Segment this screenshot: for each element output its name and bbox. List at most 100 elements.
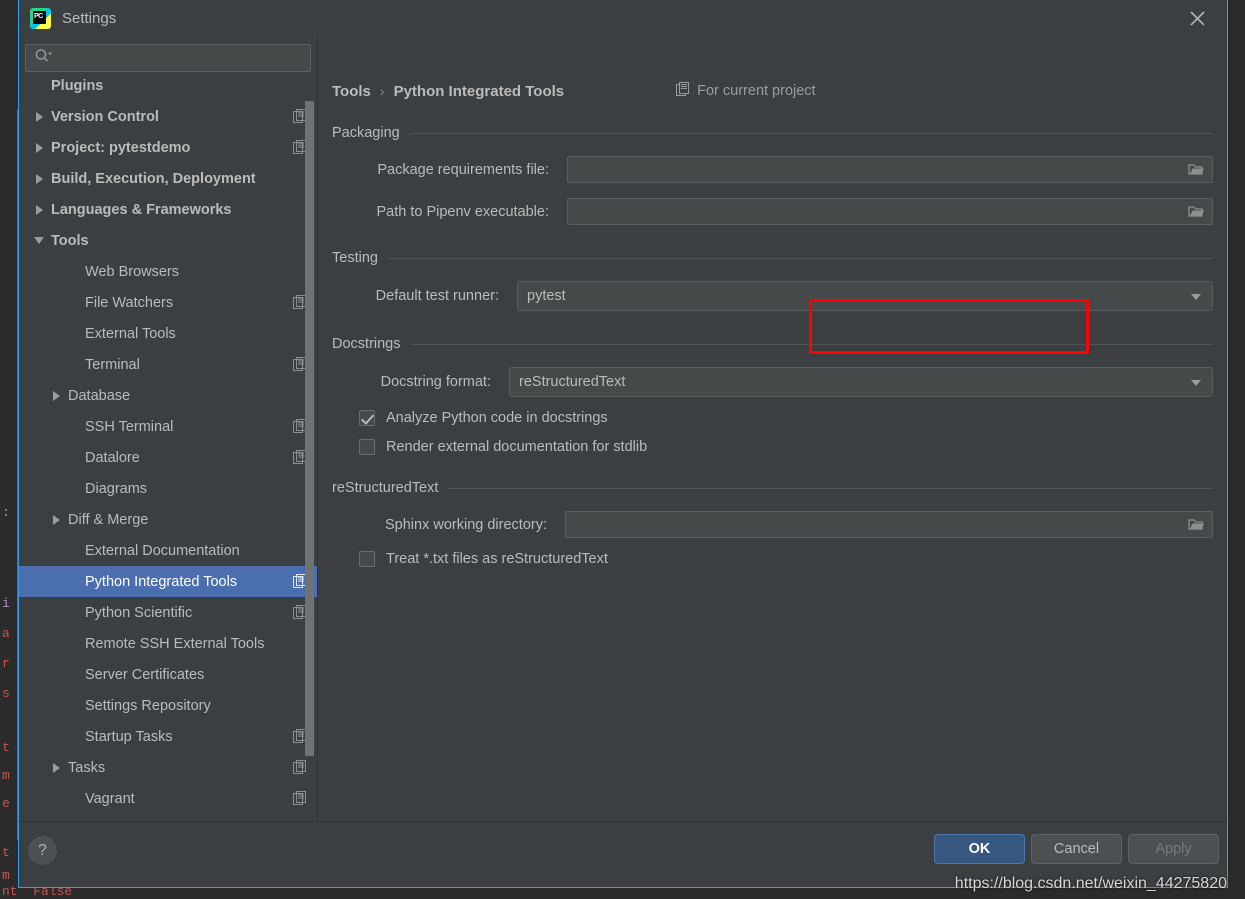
- chevron-down-icon[interactable]: [31, 225, 47, 256]
- chevron-right-icon[interactable]: [48, 752, 64, 783]
- settings-tree-scrollbar[interactable]: [305, 101, 314, 756]
- sidebar-item-label: Python Scientific: [85, 605, 192, 621]
- sidebar-item-external-tools[interactable]: External Tools: [19, 318, 317, 349]
- treat-txt-label: Treat *.txt files as reStructuredText: [386, 551, 608, 567]
- sidebar-item-label: Startup Tasks: [85, 729, 173, 745]
- package-requirements-input[interactable]: [567, 156, 1213, 183]
- section-divider: [410, 133, 1213, 134]
- chevron-down-icon[interactable]: [1191, 294, 1201, 300]
- chevron-right-icon[interactable]: [31, 194, 47, 225]
- sidebar-item-ssh-terminal[interactable]: SSH Terminal: [19, 411, 317, 442]
- field-pipenv-path: Path to Pipenv executable:: [332, 198, 1213, 225]
- sidebar-item-external-documentation[interactable]: External Documentation: [19, 535, 317, 566]
- section-testing-header: Testing: [332, 250, 1213, 266]
- footer-button-group: OK Cancel Apply: [934, 834, 1219, 864]
- folder-browse-icon[interactable]: [1188, 162, 1205, 181]
- sidebar-item-label: External Tools: [85, 326, 176, 342]
- settings-tree: PluginsVersion Control Project: pytestdem…: [19, 78, 317, 814]
- chevron-right-icon[interactable]: [31, 101, 47, 132]
- sidebar-item-label: Settings Repository: [85, 698, 211, 714]
- sidebar-item-diff-merge[interactable]: Diff & Merge: [19, 504, 317, 535]
- ok-button[interactable]: OK: [934, 834, 1025, 864]
- sidebar-item-python-integrated-tools[interactable]: Python Integrated Tools: [19, 566, 317, 597]
- editor-scrollbar-track[interactable]: [1232, 0, 1245, 894]
- sidebar-item-remote-ssh-external-tools[interactable]: Remote SSH External Tools: [19, 628, 317, 659]
- folder-browse-icon[interactable]: [1188, 517, 1205, 536]
- chevron-right-icon[interactable]: [48, 504, 64, 535]
- docstring-format-label: Docstring format:: [357, 374, 491, 390]
- breadcrumb-root[interactable]: Tools: [332, 83, 371, 100]
- chevron-right-icon[interactable]: [31, 163, 47, 194]
- checkbox-analyze-python-code[interactable]: Analyze Python code in docstrings: [332, 410, 1213, 426]
- section-docstrings: Docstrings Docstring format: reStructure…: [332, 336, 1213, 455]
- test-runner-value: pytest: [527, 288, 566, 304]
- analyze-checkbox[interactable]: [359, 410, 375, 426]
- sidebar-item-tasks[interactable]: Tasks: [19, 752, 317, 783]
- sidebar-item-server-certificates[interactable]: Server Certificates: [19, 659, 317, 690]
- section-testing-title: Testing: [332, 250, 378, 266]
- docstring-format-dropdown[interactable]: reStructuredText: [509, 367, 1213, 397]
- dialog-body: PluginsVersion Control Project: pytestdem…: [19, 36, 1227, 821]
- cancel-button[interactable]: Cancel: [1031, 834, 1122, 864]
- code-line: t: [2, 740, 10, 755]
- section-docstrings-title: Docstrings: [332, 336, 401, 352]
- chevron-down-icon[interactable]: [1191, 380, 1201, 386]
- search-icon: [34, 48, 53, 68]
- search-box[interactable]: [25, 44, 311, 72]
- sidebar-item-terminal[interactable]: Terminal: [19, 349, 317, 380]
- sidebar-item-label: Remote SSH External Tools: [85, 636, 264, 652]
- sidebar-item-label: SSH Terminal: [85, 419, 173, 435]
- code-line: i: [2, 596, 10, 611]
- code-line: m: [2, 868, 10, 883]
- sphinx-label: Sphinx working directory:: [357, 517, 547, 533]
- sidebar-item-diagrams[interactable]: Diagrams: [19, 473, 317, 504]
- watermark-text: https://blog.csdn.net/weixin_44275820: [955, 875, 1227, 893]
- section-packaging: Packaging Package requirements file:: [332, 125, 1213, 225]
- test-runner-dropdown[interactable]: pytest: [517, 281, 1213, 311]
- test-runner-label: Default test runner:: [357, 288, 499, 304]
- sidebar-item-settings-repository[interactable]: Settings Repository: [19, 690, 317, 721]
- search-input[interactable]: [53, 51, 310, 66]
- sidebar-item-python-scientific[interactable]: Python Scientific: [19, 597, 317, 628]
- sidebar-item-startup-tasks[interactable]: Startup Tasks: [19, 721, 317, 752]
- sidebar-item-label: Project: pytestdemo: [51, 140, 190, 156]
- sidebar-item-file-watchers[interactable]: File Watchers: [19, 287, 317, 318]
- field-sphinx-directory: Sphinx working directory:: [332, 511, 1213, 538]
- checkbox-render-external-docs[interactable]: Render external documentation for stdlib: [332, 439, 1213, 455]
- code-line: r: [2, 656, 10, 671]
- sidebar-item-label: Database: [68, 388, 130, 404]
- render-checkbox[interactable]: [359, 439, 375, 455]
- copy-settings-icon: [293, 791, 307, 809]
- sidebar-item-project-pytestdemo[interactable]: Project: pytestdemo: [19, 132, 317, 163]
- help-button[interactable]: ?: [28, 836, 57, 865]
- code-line: s: [2, 686, 10, 701]
- sidebar-item-version-control[interactable]: Version Control: [19, 101, 317, 132]
- pipenv-input[interactable]: [567, 198, 1213, 225]
- section-docstrings-header: Docstrings: [332, 336, 1213, 352]
- sidebar-item-database[interactable]: Database: [19, 380, 317, 411]
- section-packaging-title: Packaging: [332, 125, 400, 141]
- settings-tree-pane: PluginsVersion Control Project: pytestdem…: [19, 36, 318, 821]
- sidebar-item-label: File Watchers: [85, 295, 173, 311]
- code-line: m: [2, 768, 10, 783]
- analyze-label: Analyze Python code in docstrings: [386, 410, 608, 426]
- sidebar-item-vagrant[interactable]: Vagrant: [19, 783, 317, 814]
- chevron-right-icon[interactable]: [48, 380, 64, 411]
- sidebar-item-label: Server Certificates: [85, 667, 204, 683]
- treat-txt-checkbox[interactable]: [359, 551, 375, 567]
- chevron-right-icon[interactable]: [31, 132, 47, 163]
- sidebar-item-languages-frameworks[interactable]: Languages & Frameworks: [19, 194, 317, 225]
- checkbox-treat-txt-as-rst[interactable]: Treat *.txt files as reStructuredText: [332, 551, 1213, 567]
- sidebar-item-web-browsers[interactable]: Web Browsers: [19, 256, 317, 287]
- search-container: [19, 36, 317, 78]
- copy-scope-icon: [676, 82, 690, 100]
- folder-browse-icon[interactable]: [1188, 204, 1205, 223]
- sphinx-input[interactable]: [565, 511, 1213, 538]
- sidebar-item-tools[interactable]: Tools: [19, 225, 317, 256]
- sidebar-item-datalore[interactable]: Datalore: [19, 442, 317, 473]
- sidebar-item-label: Tasks: [68, 760, 105, 776]
- sidebar-item-build-execution-deployment[interactable]: Build, Execution, Deployment: [19, 163, 317, 194]
- close-icon[interactable]: [1179, 0, 1215, 36]
- breadcrumb: Tools › Python Integrated Tools For curr…: [332, 82, 1227, 100]
- sidebar-item-plugins[interactable]: Plugins: [19, 78, 317, 101]
